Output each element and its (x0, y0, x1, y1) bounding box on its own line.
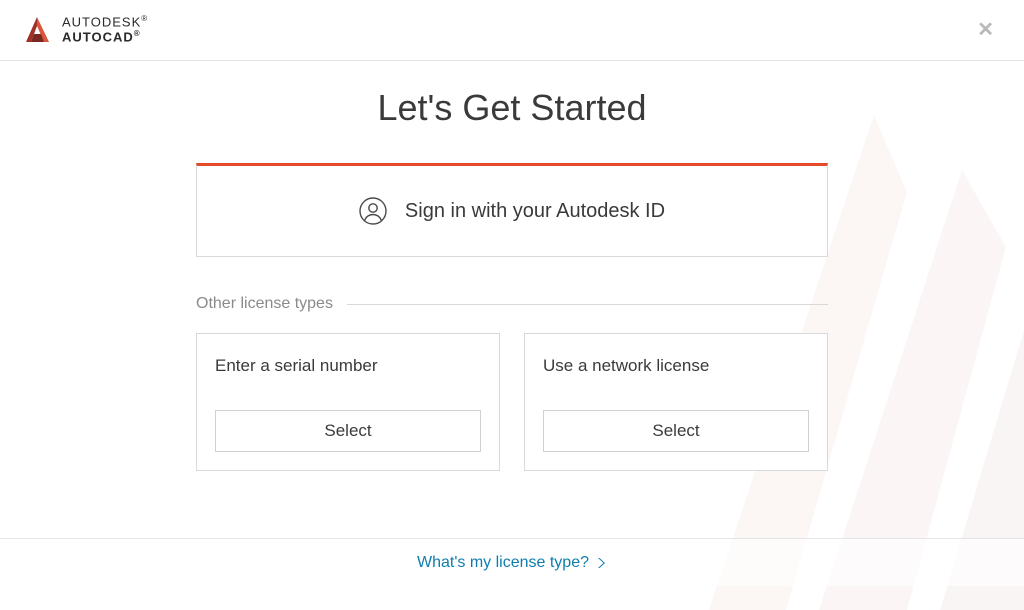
other-license-section: Other license types Enter a serial numbe… (196, 295, 828, 471)
divider (347, 304, 828, 305)
brand-company-label: AUTODESK® (62, 15, 148, 30)
serial-number-card: Enter a serial number Select (196, 333, 500, 471)
brand: AUTODESK® AUTOCAD® (22, 14, 148, 46)
footer: What's my license type? (0, 538, 1024, 586)
license-type-help-link[interactable]: What's my license type? (417, 554, 607, 572)
card-title: Use a network license (543, 356, 809, 376)
close-button[interactable]: ✕ (969, 16, 1002, 44)
section-legend: Other license types (196, 295, 828, 313)
brand-text: AUTODESK® AUTOCAD® (62, 15, 148, 44)
help-link-text: What's my license type? (417, 554, 589, 572)
autodesk-logo-icon (22, 14, 54, 46)
user-icon (359, 197, 387, 225)
chevron-right-icon (595, 557, 607, 569)
network-license-card: Use a network license Select (524, 333, 828, 471)
select-network-button[interactable]: Select (543, 410, 809, 452)
main-content: Let's Get Started Sign in with your Auto… (196, 61, 828, 471)
page-title: Let's Get Started (196, 87, 828, 129)
card-title: Enter a serial number (215, 356, 481, 376)
header: AUTODESK® AUTOCAD® ✕ (0, 0, 1024, 61)
license-cards-row: Enter a serial number Select Use a netwo… (196, 333, 828, 471)
select-serial-button[interactable]: Select (215, 410, 481, 452)
signin-button[interactable]: Sign in with your Autodesk ID (196, 163, 828, 257)
signin-label: Sign in with your Autodesk ID (405, 200, 665, 223)
section-legend-text: Other license types (196, 295, 347, 313)
brand-product-label: AUTOCAD® (62, 30, 148, 45)
